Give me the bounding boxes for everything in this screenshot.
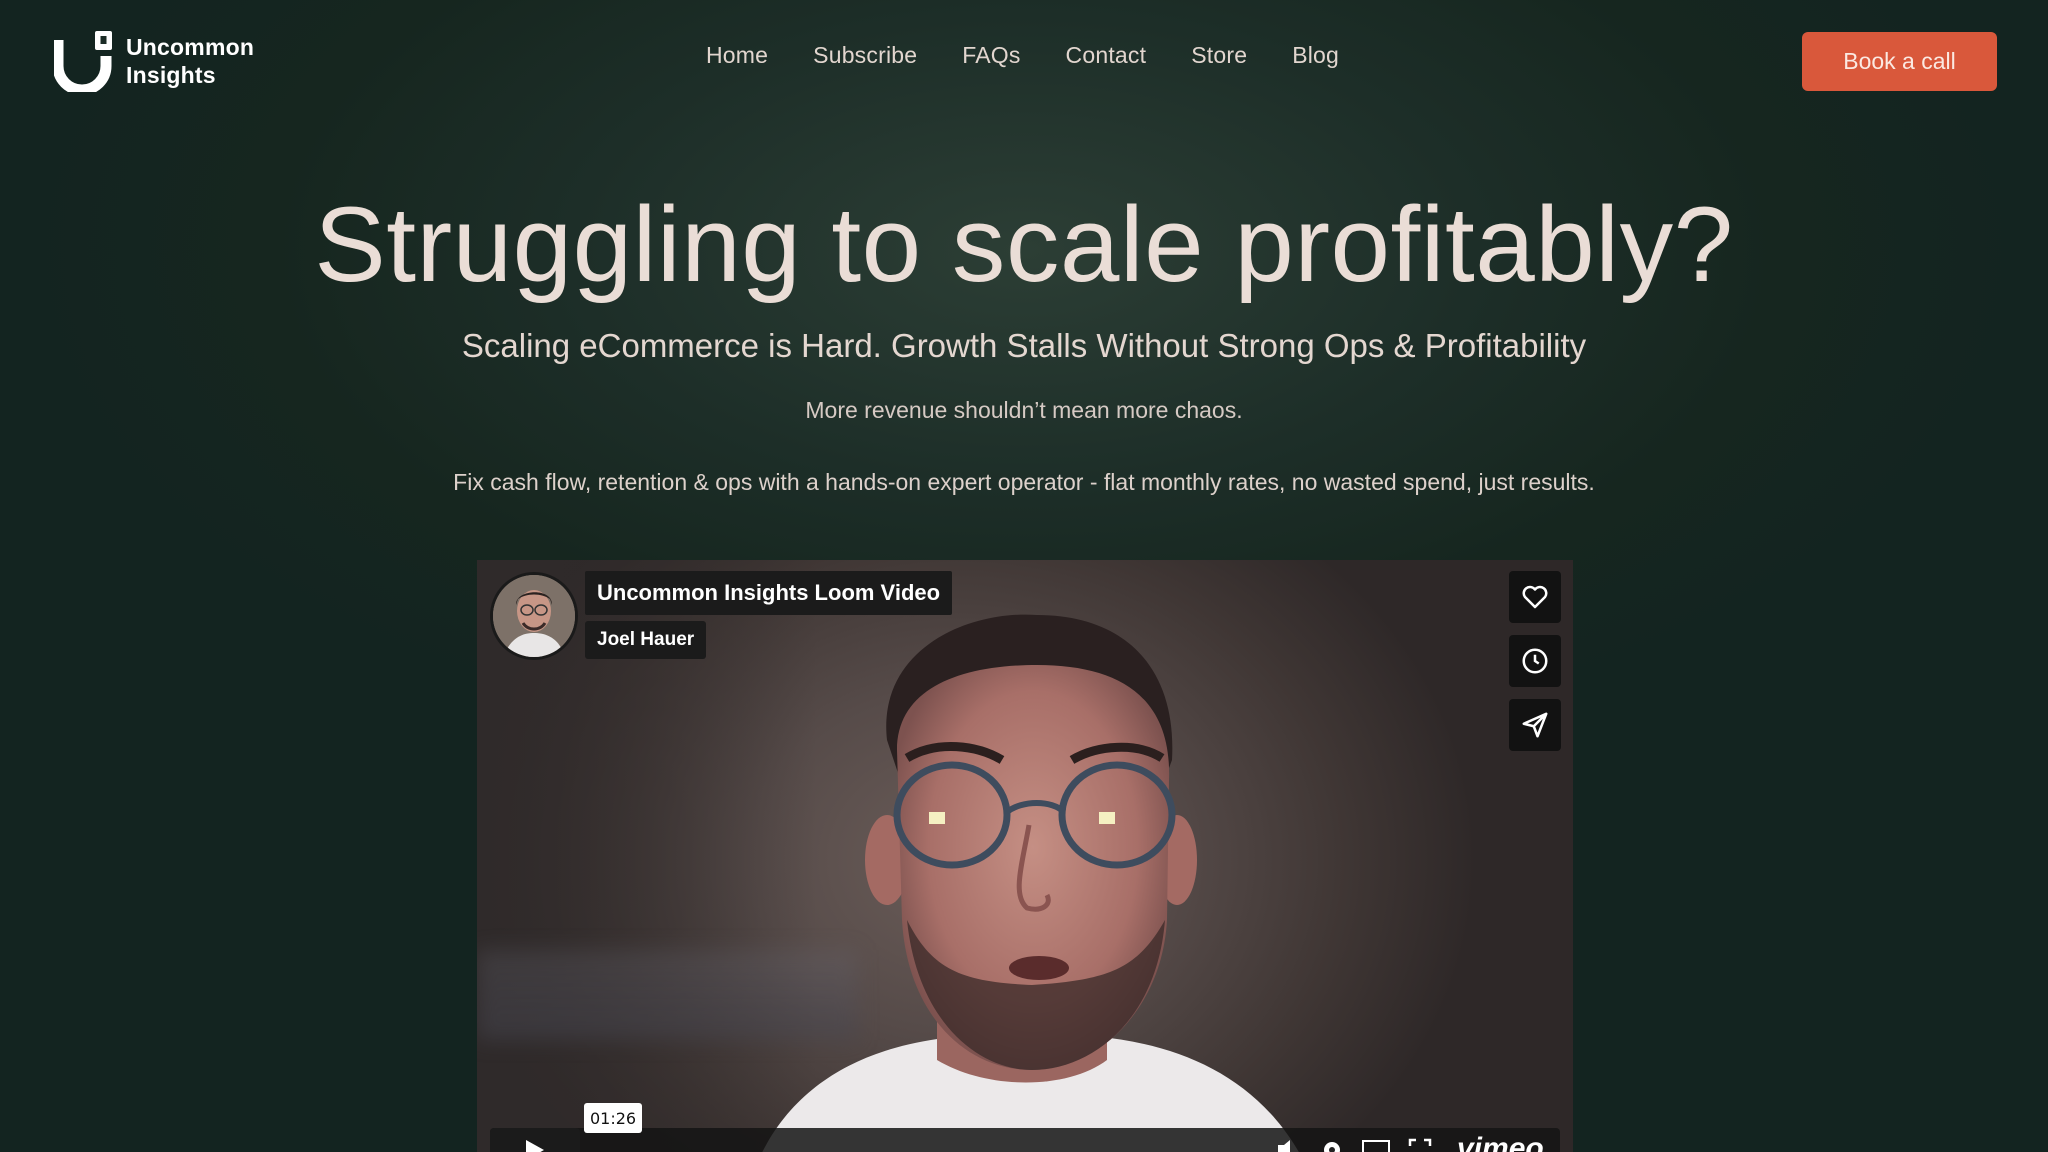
nav-faqs[interactable]: FAQs <box>962 42 1020 69</box>
vimeo-logo[interactable]: vimeo <box>1457 1132 1544 1152</box>
play-icon <box>526 1140 544 1152</box>
nav-blog[interactable]: Blog <box>1292 42 1339 69</box>
watch-later-button[interactable] <box>1509 635 1561 687</box>
hero-title: Struggling to scale profitably? <box>314 184 1734 304</box>
fullscreen-icon[interactable] <box>1408 1138 1432 1152</box>
settings-icon[interactable] <box>1320 1138 1344 1152</box>
like-button[interactable] <box>1509 571 1561 623</box>
brand-name-line2: Insights <box>126 62 216 88</box>
nav-contact[interactable]: Contact <box>1066 42 1147 69</box>
play-button[interactable] <box>490 1128 580 1152</box>
clock-icon <box>1522 648 1548 674</box>
hero-description: Fix cash flow, retention & ops with a ha… <box>453 469 1595 495</box>
brand-name-line1: Uncommon <box>126 34 255 60</box>
video-player[interactable]: Uncommon Insights Loom Video Joel Hauer … <box>477 560 1573 1152</box>
hero-subtitle: Scaling eCommerce is Hard. Growth Stalls… <box>461 327 1587 364</box>
pip-icon[interactable] <box>1362 1140 1390 1152</box>
video-author[interactable]: Joel Hauer <box>585 621 707 659</box>
video-title[interactable]: Uncommon Insights Loom Video <box>585 571 953 615</box>
video-controls-bar[interactable] <box>490 1128 1560 1152</box>
send-icon <box>1522 712 1548 738</box>
brand-logo[interactable]: Uncommon Insights <box>52 30 254 96</box>
nav-subscribe[interactable]: Subscribe <box>813 42 917 69</box>
share-button[interactable] <box>1509 699 1561 751</box>
video-timestamp: 01:26 <box>584 1103 643 1133</box>
brand-name: Uncommon Insights <box>126 33 254 89</box>
volume-icon[interactable] <box>1276 1138 1304 1152</box>
logo-mark-icon <box>52 30 114 96</box>
hero-tagline: More revenue shouldn’t mean more chaos. <box>805 397 1243 423</box>
video-presenter-frame <box>762 614 1299 1152</box>
book-call-button[interactable]: Book a call <box>1802 32 1997 91</box>
presenter-avatar[interactable] <box>490 572 578 660</box>
nav-store[interactable]: Store <box>1191 42 1247 69</box>
heart-icon <box>1522 585 1548 609</box>
nav-home[interactable]: Home <box>706 42 768 69</box>
main-nav: Home Subscribe FAQs Contact Store Blog <box>706 42 1384 69</box>
